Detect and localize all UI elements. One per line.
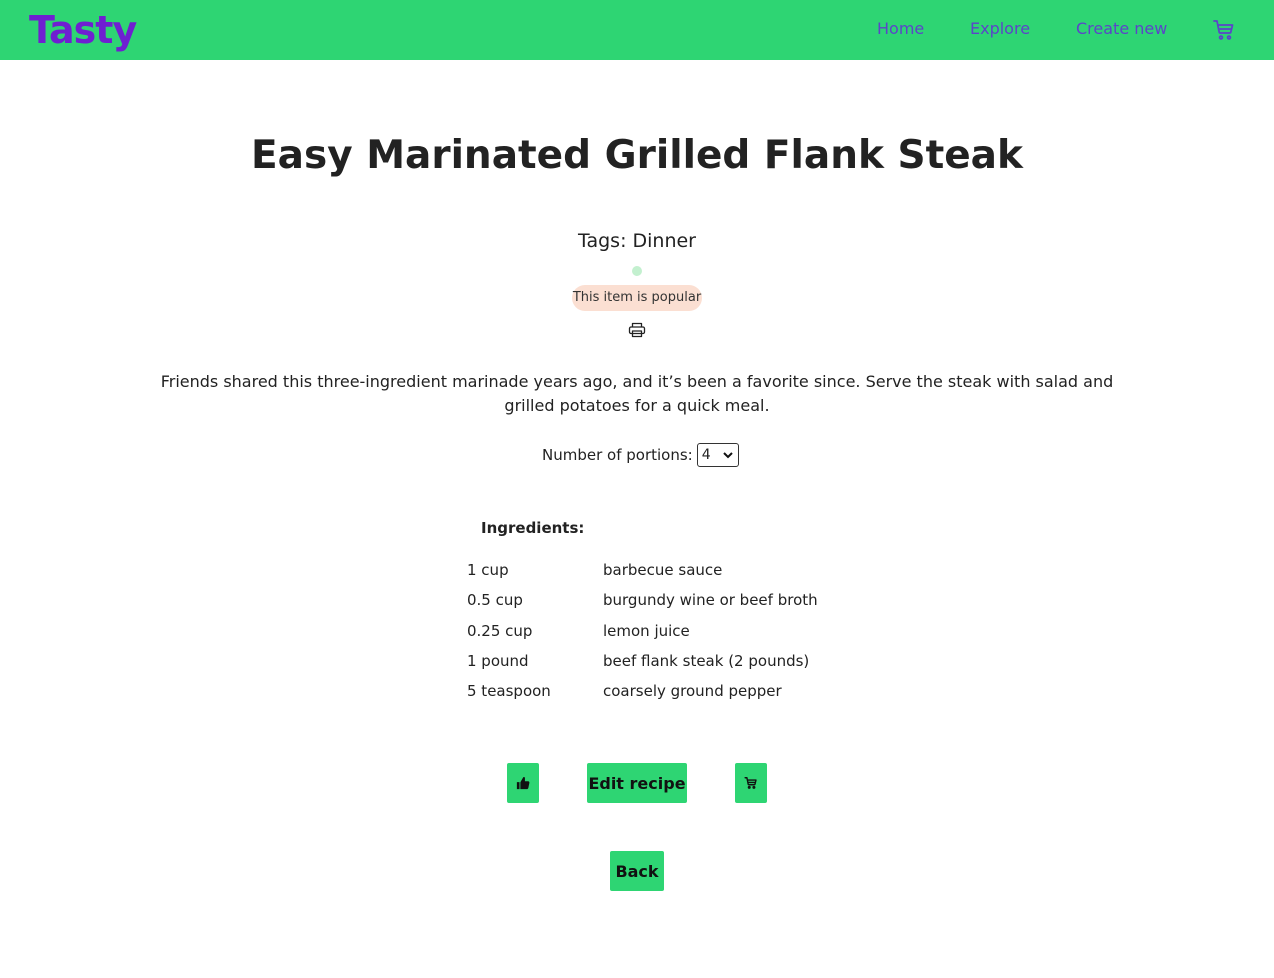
ingredient-name: coarsely ground pepper [603, 682, 782, 701]
ingredient-quantity: 1 pound [467, 651, 529, 670]
nav-link-explore[interactable]: Explore [970, 19, 1030, 39]
table-row: 1 pound beef flank steak (2 pounds) [467, 649, 867, 679]
cart-icon[interactable] [1212, 18, 1236, 42]
table-row: 5 teaspoon coarsely ground pepper [467, 679, 867, 709]
add-to-cart-button[interactable] [735, 763, 767, 803]
portions-value: 4 [701, 447, 711, 463]
top-navbar: Tasty Home Explore Create new [0, 0, 1274, 60]
ingredients-heading: Ingredients: [481, 519, 585, 537]
portions-label: Number of portions: [542, 446, 693, 464]
table-row: 0.5 cup burgundy wine or beef broth [467, 588, 867, 618]
edit-recipe-button[interactable]: Edit recipe [587, 763, 687, 803]
recipe-tags: Tags: Dinner [578, 230, 696, 252]
ingredient-name: beef flank steak (2 pounds) [603, 651, 810, 670]
ingredient-quantity: 5 teaspoon [467, 682, 551, 701]
recipe-description: Friends shared this three-ingredient mar… [160, 372, 1114, 415]
ingredients-table: 1 cup barbecue sauce 0.5 cup burgundy wi… [467, 558, 867, 709]
ingredient-quantity: 0.25 cup [467, 621, 533, 640]
nav-link-create-new[interactable]: Create new [1076, 19, 1167, 39]
portions-select[interactable]: 4 [696, 443, 739, 467]
ingredient-quantity: 1 cup [467, 561, 509, 579]
nav-link-home[interactable]: Home [877, 19, 924, 39]
ingredient-name: barbecue sauce [603, 561, 723, 579]
ingredient-name: burgundy wine or beef broth [603, 591, 818, 610]
thumbs-up-icon [516, 776, 530, 790]
portions-control: Number of portions: 4 [542, 443, 739, 467]
brand-logo[interactable]: Tasty [29, 6, 137, 54]
printer-icon[interactable] [628, 322, 646, 338]
ingredient-quantity: 0.5 cup [467, 591, 523, 610]
table-row: 0.25 cup lemon juice [467, 619, 867, 649]
ingredient-name: lemon juice [603, 621, 690, 640]
table-row: 1 cup barbecue sauce [467, 558, 867, 588]
recipe-title: Easy Marinated Grilled Flank Steak [251, 133, 1023, 178]
cart-icon [744, 777, 757, 789]
chevron-down-icon [723, 452, 733, 459]
like-button[interactable] [507, 763, 539, 803]
back-button[interactable]: Back [610, 851, 664, 891]
status-dot [632, 266, 642, 276]
popular-badge: This item is popular [572, 285, 702, 311]
